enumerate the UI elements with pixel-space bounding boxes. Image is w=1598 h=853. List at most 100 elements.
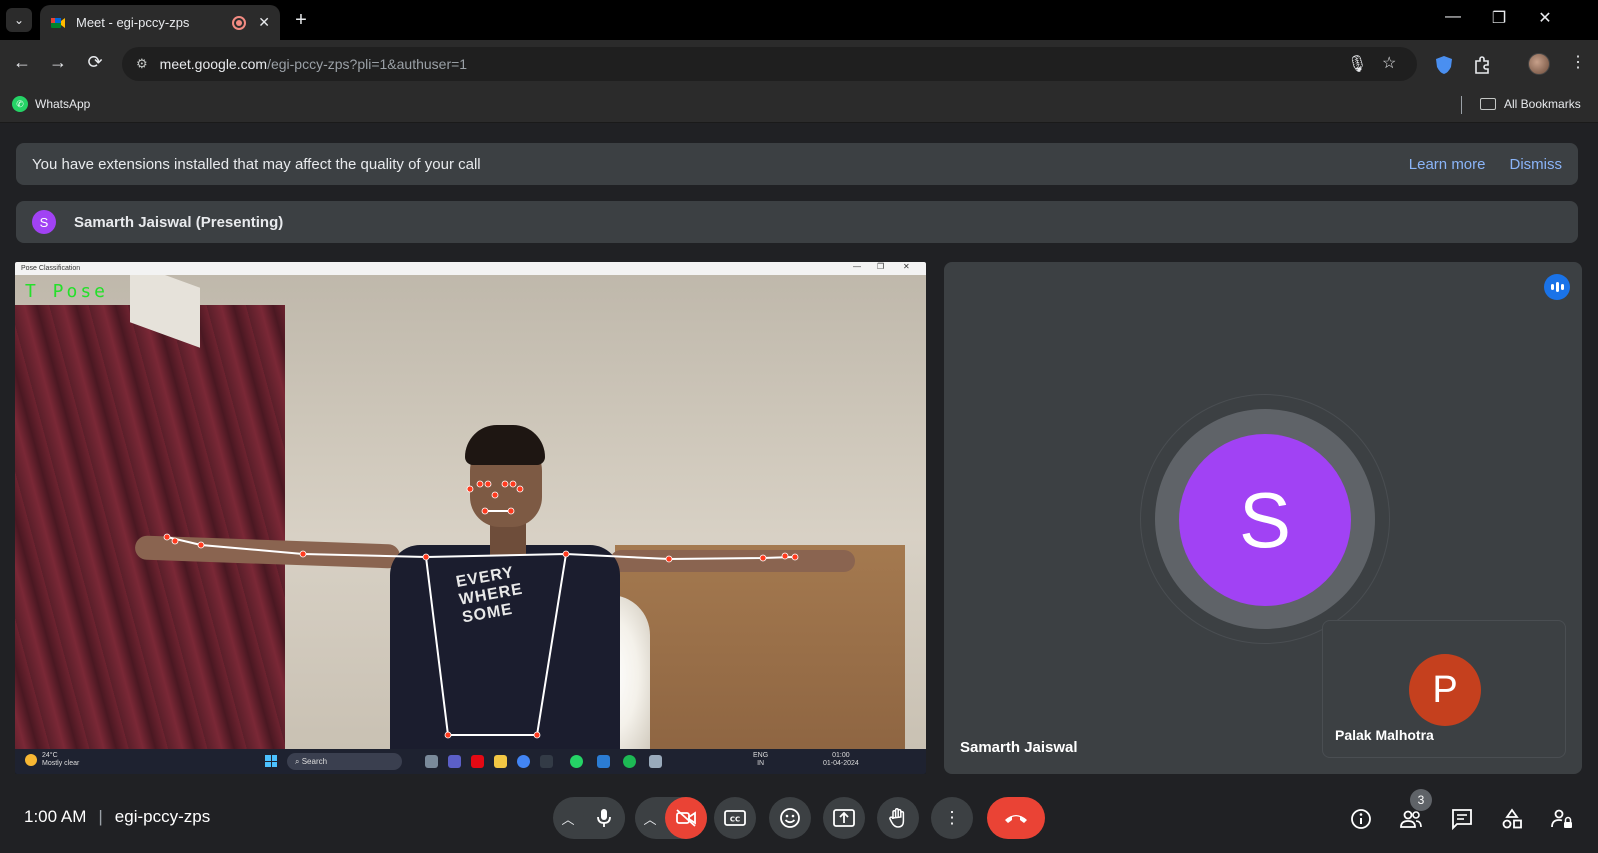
presenter-label: Samarth Jaiswal (Presenting) <box>74 213 284 231</box>
taskbar-search-label: Search <box>301 757 328 766</box>
shared-window-title: Pose Classification <box>21 265 81 272</box>
lock-person-icon <box>1551 809 1572 828</box>
url-path: /egi-pccy-zps?pli=1&authuser=1 <box>267 56 468 72</box>
participant-tile-palak[interactable]: P Palak Malhotra <box>1322 620 1566 758</box>
speaking-indicator-icon <box>1544 274 1570 300</box>
profile-avatar[interactable] <box>1528 53 1550 75</box>
audio-control-group: ︿ <box>553 797 625 839</box>
windows-start-icon <box>265 755 277 767</box>
raise-hand-icon <box>889 808 905 828</box>
video-control-group: ︿ <box>635 797 707 839</box>
participant-name: Samarth Jaiswal <box>960 739 1078 756</box>
google-meet-favicon-icon <box>51 17 65 28</box>
taskbar-clock: 01:00 01-04-2024 <box>823 752 859 768</box>
all-bookmarks-button[interactable]: All Bookmarks <box>1480 97 1581 111</box>
tab-meet[interactable]: Meet - egi-pccy-zps ✕ <box>40 5 280 40</box>
presenter-bar: S Samarth Jaiswal (Presenting) <box>16 201 1578 243</box>
taskbar-region: IN <box>757 760 765 767</box>
taskbar-date: 01-04-2024 <box>823 760 859 767</box>
taskbar-app-icon <box>425 755 438 768</box>
svg-text:CC: CC <box>730 816 740 824</box>
webcam-feed: EVERY WHERE SOME T Pose <box>15 275 926 749</box>
chat-button[interactable] <box>1449 806 1475 832</box>
dismiss-button[interactable]: Dismiss <box>1510 156 1563 173</box>
banner-text: You have extensions installed that may a… <box>32 155 481 173</box>
captions-button[interactable]: CC <box>714 797 756 839</box>
captions-icon: CC <box>724 810 746 826</box>
present-screen-icon <box>833 809 855 827</box>
all-bookmarks-label: All Bookmarks <box>1504 97 1581 111</box>
folder-icon <box>1480 98 1496 110</box>
shared-restore-icon: ❐ <box>877 262 885 271</box>
activities-shapes-icon <box>1502 808 1522 829</box>
leave-call-button[interactable] <box>987 797 1045 839</box>
microphone-button[interactable] <box>583 797 625 839</box>
learn-more-link[interactable]: Learn more <box>1409 156 1486 173</box>
reactions-button[interactable] <box>769 797 811 839</box>
pose-classification-label: T Pose <box>25 281 109 302</box>
browser-menu-icon[interactable]: ⋮ <box>1570 52 1586 72</box>
bookmark-divider <box>1461 96 1462 114</box>
taskbar-lang: ENG <box>753 752 769 759</box>
browser-toolbar: ← → ⟳ ⚙ meet.google.com /egi-pccy-zps?pl… <box>0 40 1598 88</box>
extension-warning-banner: You have extensions installed that may a… <box>16 143 1578 185</box>
bookmark-star-icon[interactable]: ☆ <box>1382 53 1396 73</box>
taskbar-temperature: 24°C <box>42 752 58 759</box>
bookmarks-bar: ✆ WhatsApp All Bookmarks <box>0 88 1598 123</box>
minimize-window-button[interactable]: — <box>1438 8 1468 26</box>
close-window-button[interactable]: ✕ <box>1530 8 1560 28</box>
meeting-info-divider: | <box>98 807 103 826</box>
address-bar[interactable]: ⚙ meet.google.com /egi-pccy-zps?pli=1&au… <box>122 47 1417 81</box>
audio-options-chevron-icon[interactable]: ︿ <box>553 797 583 839</box>
taskbar-language: ENG IN <box>753 752 768 768</box>
taskbar-search: ⌕ Search <box>287 753 402 770</box>
url-host: meet.google.com <box>159 56 268 72</box>
hang-up-icon <box>1005 815 1027 823</box>
emoji-icon <box>780 808 800 828</box>
extensions-puzzle-icon[interactable] <box>1472 55 1492 75</box>
raise-hand-button[interactable] <box>877 797 919 839</box>
teams-icon <box>448 755 461 768</box>
tab-search-button[interactable]: ⌄ <box>6 8 32 32</box>
weather-sun-icon <box>25 754 37 766</box>
spotify-icon <box>623 755 636 768</box>
python-icon <box>649 755 662 768</box>
activities-button[interactable] <box>1499 806 1525 832</box>
forward-icon[interactable]: → <box>46 52 70 73</box>
presentation-tile[interactable]: Pose Classification — ❐ ✕ EVERY WHERE SO… <box>15 262 926 774</box>
whatsapp-icon: ✆ <box>12 96 28 112</box>
whatsapp-taskbar-icon <box>570 755 583 768</box>
microphone-in-use-icon[interactable]: 🎙 <box>1347 54 1367 74</box>
participant-avatar: S <box>1179 434 1351 606</box>
bookmark-whatsapp[interactable]: ✆ WhatsApp <box>12 96 90 112</box>
shared-windows-taskbar: 24°C Mostly clear ⌕ Search ENG IN 01:00 … <box>15 749 926 774</box>
taskbar-weather: 24°C Mostly clear <box>25 752 79 768</box>
pose-skeleton-overlay <box>163 480 799 739</box>
presenter-avatar: S <box>32 210 56 234</box>
taskbar-app-icon <box>597 755 610 768</box>
host-controls-button[interactable] <box>1549 806 1575 832</box>
new-tab-button[interactable]: + <box>288 8 314 32</box>
recording-indicator-icon <box>232 15 247 30</box>
meeting-details-button[interactable] <box>1348 806 1374 832</box>
meeting-info: 1:00 AM | egi-pccy-zps <box>24 807 210 827</box>
people-icon <box>1400 810 1422 828</box>
back-icon[interactable]: ← <box>10 52 34 73</box>
bookmark-label: WhatsApp <box>35 97 91 111</box>
present-screen-button[interactable] <box>823 797 865 839</box>
reload-icon[interactable]: ⟳ <box>83 52 107 73</box>
more-vert-icon: ⋮ <box>943 808 961 827</box>
file-explorer-icon <box>494 755 507 768</box>
video-options-chevron-icon[interactable]: ︿ <box>635 797 665 839</box>
camera-off-button[interactable] <box>665 797 707 839</box>
close-tab-icon[interactable]: ✕ <box>258 14 270 31</box>
extension-shield-icon[interactable] <box>1434 55 1454 75</box>
shared-minimize-icon: — <box>853 262 861 271</box>
chrome-icon <box>517 755 530 768</box>
more-options-button[interactable]: ⋮ <box>931 797 973 839</box>
site-settings-icon[interactable]: ⚙ <box>136 56 148 72</box>
shared-window-titlebar: Pose Classification — ❐ ✕ <box>15 262 926 275</box>
meeting-time: 1:00 AM <box>24 807 87 826</box>
taskbar-time: 01:00 <box>832 752 850 759</box>
restore-window-button[interactable]: ❐ <box>1484 8 1514 28</box>
